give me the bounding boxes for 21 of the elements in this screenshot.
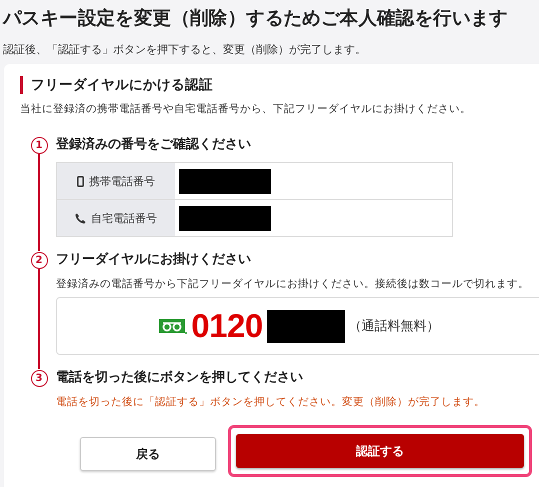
section-description: 当社に登録済の携帯電話番号や自宅電話番号から、下記フリーダイヤルにお掛けください。 [20,102,472,116]
page-subtitle: 認証後、「認証する」ボタンを押下すると、変更（削除）が完了します。 [3,42,367,57]
toll-free-note: （通話料無料） [348,318,440,335]
phone-handset-icon [75,212,86,224]
section-heading: フリーダイヤルにかける認証 [20,76,539,94]
phone-type-label: 自宅電話番号 [91,210,157,226]
verify-button[interactable]: 認証する [236,434,524,468]
step-number: 1 [30,137,48,154]
step-number: 2 [30,252,48,269]
step-title: 登録済みの番号をご確認ください [56,136,252,154]
step-title: 電話を切った後にボタンを押してください [56,369,304,387]
free-dial-icon [159,317,188,335]
step-notice: 電話を切った後に「認証する」ボタンを押してください。変更（削除）が完了します。 [56,395,486,409]
step-number: 3 [30,370,48,387]
back-button[interactable]: 戻る [80,437,216,471]
page-title: パスキー設定を変更（削除）するためご本人確認を行います [3,6,509,31]
phone-type-label: 携帯電話番号 [89,174,155,188]
step-title: フリーダイヤルにお掛けください [56,251,252,269]
mobile-phone-icon [77,176,84,186]
step-description: 登録済みの電話番号から下記フリーダイヤルにお掛けください。接続後は数コールで切れます。 [56,277,530,291]
phone-number: 0120 [191,307,263,345]
